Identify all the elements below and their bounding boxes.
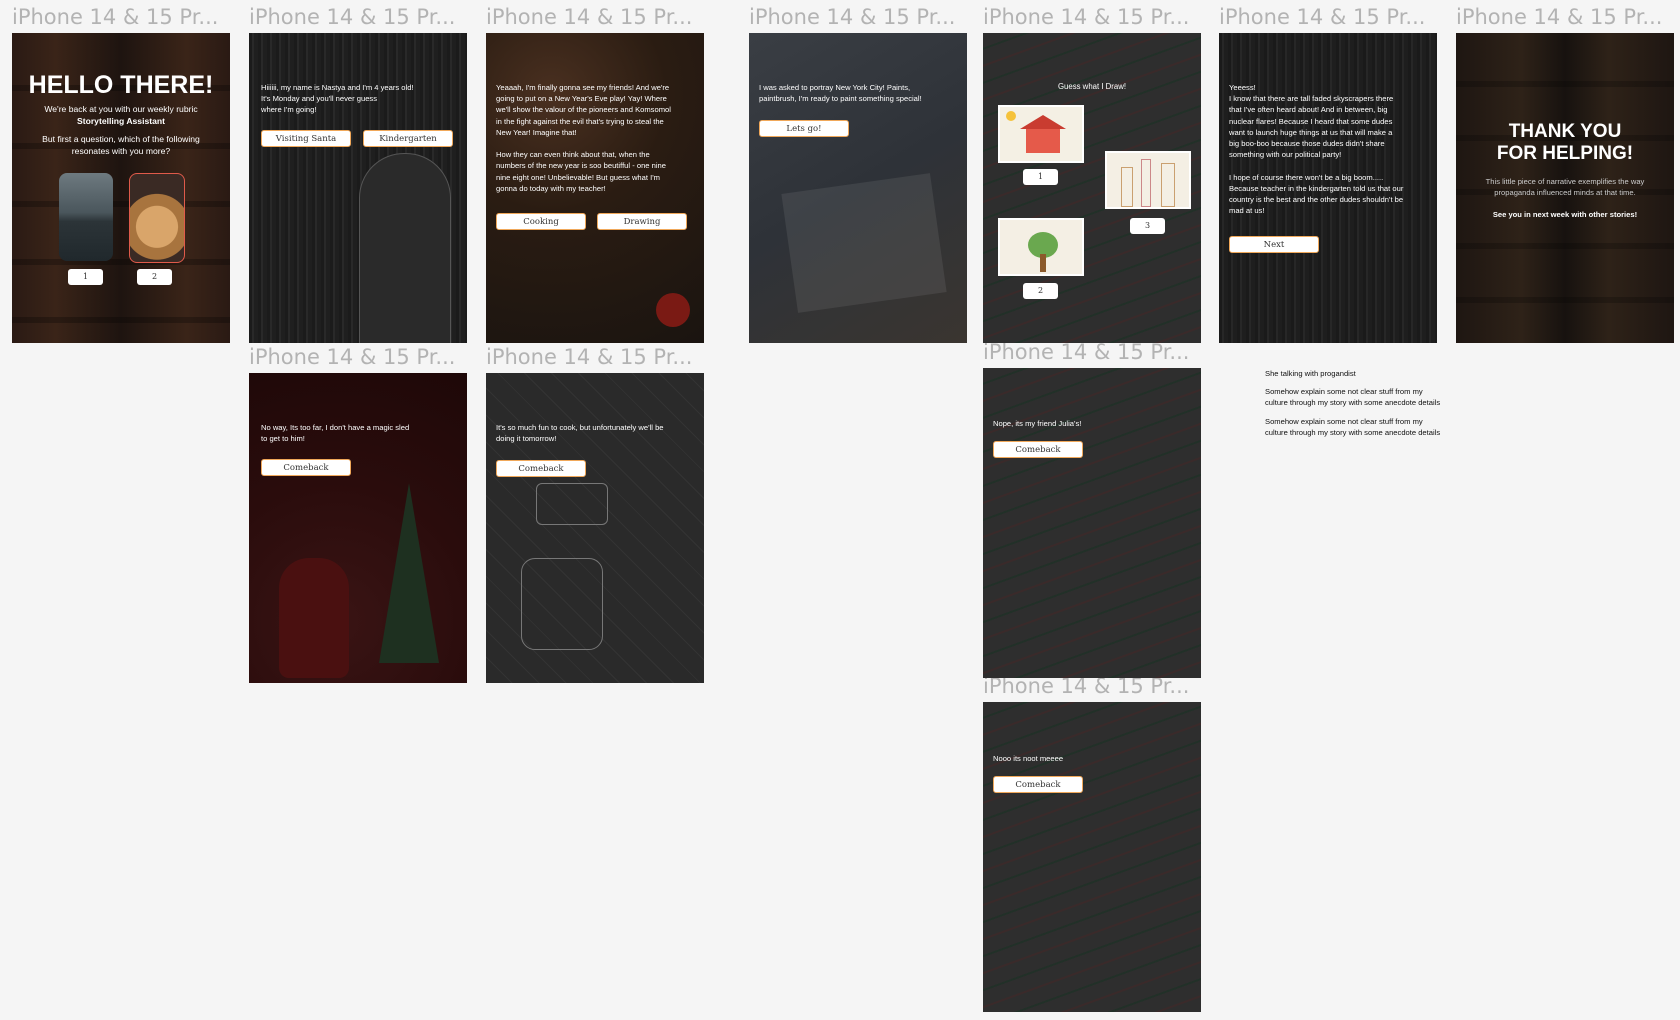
house-drawing[interactable] [998,105,1084,163]
guess-text: Guess what I Draw! [1057,82,1127,91]
tree-drawing[interactable] [998,218,1084,276]
frame-label[interactable]: iPhone 14 & 15 Pr... [12,7,232,28]
intro-title: HELLO THERE! [28,71,214,99]
pot-figure [536,483,608,525]
frame-guess: Guess what I Draw! 1 3 2 [983,33,1201,343]
frame-cooking: It's so much fun to cook, but unfortunat… [486,373,704,683]
comeback-button[interactable]: Comeback [261,459,351,476]
julia-text: Nope, its my friend Julia's! [993,419,1082,428]
lets-go-button[interactable]: Lets go! [759,120,849,137]
frame-intro: HELLO THERE! We're back at you with our … [12,33,230,343]
nyc-text: I was asked to portray New York City! Pa… [759,83,922,104]
tree-figure [379,483,439,663]
meee-text: Nooo its noot meeee [993,754,1064,763]
comeback-button[interactable]: Comeback [993,441,1083,458]
next-button[interactable]: Next [1229,236,1319,253]
kettle-figure [521,558,603,650]
thanks-title: THANK YOU FOR HELPING! [1496,121,1634,164]
option-2-button[interactable]: 2 [137,269,172,285]
brushes-background [983,368,1201,678]
note-1: She talking with progandist [1265,369,1356,378]
frame-meee: Nooo its noot meeee Comeback [983,702,1201,1012]
skyscrapers-drawing[interactable] [1105,151,1191,209]
cooking-text: It's so much fun to cook, but unfortunat… [496,423,664,444]
santa-figure [279,558,349,678]
drawing-button[interactable]: Drawing [597,213,687,230]
frame-label[interactable]: iPhone 14 & 15 Pr... [249,347,469,368]
cooking-button[interactable]: Cooking [496,213,586,230]
brushes-background [983,702,1201,1012]
intro-subtitle-bold: Storytelling Assistant [76,116,166,126]
frame-label[interactable]: iPhone 14 & 15 Pr... [486,347,706,368]
sea-image[interactable] [59,173,113,261]
kindergarten-button[interactable]: Kindergarten [363,130,453,147]
frame-thanks: THANK YOU FOR HELPING! This little piece… [1456,33,1674,343]
paper [781,173,947,313]
option-2-button[interactable]: 2 [1023,283,1058,299]
newyear-text: Yeaaah, I'm finally gonna see my friends… [496,83,671,193]
frame-julia: Nope, its my friend Julia's! Comeback [983,368,1201,678]
frame-label[interactable]: iPhone 14 & 15 Pr... [983,676,1203,697]
intro-subtitle: We're back at you with our weekly rubric [44,104,198,114]
frame-skyscrapers: Yeeess! I know that there are tall faded… [1219,33,1437,343]
frame-label[interactable]: iPhone 14 & 15 Pr... [983,342,1203,363]
frame-label[interactable]: iPhone 14 & 15 Pr... [1456,7,1676,28]
option-1-button[interactable]: 1 [1023,169,1058,185]
comeback-button[interactable]: Comeback [993,776,1083,793]
frame-label[interactable]: iPhone 14 & 15 Pr... [486,7,706,28]
frame-label[interactable]: iPhone 14 & 15 Pr... [249,7,469,28]
note-3: Somehow explain some not clear stuff fro… [1265,417,1441,437]
skyscrapers-text: Yeeess! I know that there are tall faded… [1229,83,1404,216]
frame-santa: No way, Its too far, I don't have a magi… [249,373,467,683]
intro-question: But first a question, which of the follo… [42,134,200,156]
option-3-button[interactable]: 3 [1130,218,1165,234]
nastya-text: Hiiiiii, my name is Nastya and I'm 4 yea… [261,83,414,115]
frame-nastya: Hiiiiii, my name is Nastya and I'm 4 yea… [249,33,467,343]
visiting-santa-button[interactable]: Visiting Santa [261,130,351,147]
comeback-button[interactable]: Comeback [496,460,586,477]
note-2: Somehow explain some not clear stuff fro… [1265,387,1441,407]
frame-label[interactable]: iPhone 14 & 15 Pr... [1219,7,1439,28]
thanks-subtitle: This little piece of narrative exemplifi… [1485,177,1645,197]
ornament [656,293,690,327]
option-1-button[interactable]: 1 [68,269,103,285]
dog-image[interactable] [129,173,185,263]
girl-figure [359,153,451,343]
frame-nyc: I was asked to portray New York City! Pa… [749,33,967,343]
frame-label[interactable]: iPhone 14 & 15 Pr... [983,7,1203,28]
frame-newyear: Yeaaah, I'm finally gonna see my friends… [486,33,704,343]
santa-text: No way, Its too far, I don't have a magi… [261,423,410,444]
thanks-signoff: See you in next week with other stories! [1492,210,1638,219]
frame-label[interactable]: iPhone 14 & 15 Pr... [749,7,969,28]
